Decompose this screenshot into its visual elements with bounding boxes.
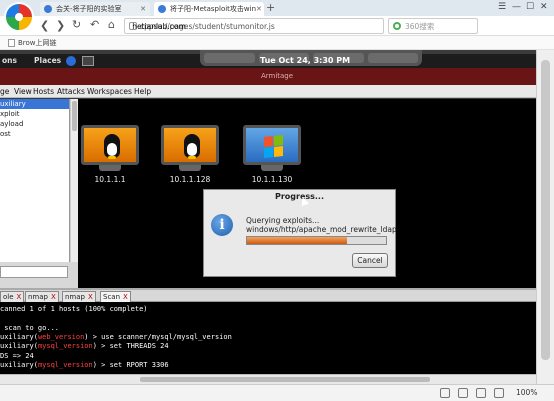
menu-icon[interactable]: ☰ bbox=[498, 2, 506, 12]
panel-menu-applications[interactable]: ons bbox=[2, 56, 17, 65]
search-input[interactable]: 360搜索 bbox=[388, 18, 478, 34]
search-engine-icon bbox=[393, 22, 401, 30]
console-line: DS => 24 bbox=[0, 352, 34, 360]
close-window-button[interactable]: ✕ bbox=[540, 2, 548, 12]
address-bar[interactable]: cppsu. hetianlab.com //pages/student/stu… bbox=[124, 18, 384, 34]
console-output[interactable]: canned 1 of 1 hosts (100% complete) scan… bbox=[0, 302, 554, 374]
reload-button[interactable]: ↻ bbox=[72, 18, 81, 31]
progress-bar bbox=[246, 236, 387, 245]
console-tabbar: ole X nmap X nmap X Scan X bbox=[0, 290, 554, 302]
console-line: uxiliary(mysql_version) > set RPORT 3306 bbox=[0, 361, 169, 369]
tab-label: Scan bbox=[103, 293, 121, 301]
url-host: hetianlab.com bbox=[132, 21, 186, 31]
host-item[interactable]: 10.1.1.1 bbox=[80, 125, 140, 184]
info-icon: i bbox=[211, 214, 233, 236]
search-placeholder: 360搜索 bbox=[405, 21, 435, 31]
tab-label: ole bbox=[3, 293, 14, 301]
tab-label: nmap bbox=[28, 293, 48, 301]
console-line: canned 1 of 1 hosts (100% complete) bbox=[0, 305, 148, 313]
vertical-scrollbar[interactable] bbox=[536, 50, 554, 384]
linux-host-icon bbox=[161, 125, 219, 165]
tree-item-post[interactable]: ost bbox=[0, 129, 69, 139]
undo-button[interactable]: ↶ bbox=[90, 18, 99, 31]
tree-scrollbar[interactable] bbox=[70, 99, 78, 262]
windows-logo-icon bbox=[264, 135, 284, 159]
menu-workspaces[interactable]: Workspaces bbox=[87, 87, 132, 96]
tux-icon bbox=[184, 134, 200, 159]
minimize-button[interactable]: — bbox=[512, 2, 521, 12]
close-icon[interactable]: X bbox=[123, 293, 128, 301]
sound-icon[interactable] bbox=[476, 388, 486, 398]
tux-icon bbox=[104, 134, 120, 159]
bookmarks-bar: Brow上网链 bbox=[0, 36, 554, 50]
screenshot-icon[interactable] bbox=[458, 388, 468, 398]
module-tree: uxiliary xploit ayload ost bbox=[0, 99, 70, 262]
menu-attacks[interactable]: Attacks bbox=[57, 87, 85, 96]
tab-console[interactable]: ole X bbox=[0, 291, 25, 302]
browser-icon[interactable] bbox=[66, 56, 76, 66]
monitor-stand bbox=[261, 165, 283, 171]
console-line: uxiliary(web_version) > use scanner/mysq… bbox=[0, 333, 232, 341]
linux-host-icon bbox=[81, 125, 139, 165]
console-line: uxiliary(mysql_version) > set THREADS 24 bbox=[0, 342, 169, 350]
app-menubar: ge View Hosts Attacks Workspaces Help bbox=[0, 85, 554, 98]
panel-menu-places[interactable]: Places bbox=[34, 56, 61, 65]
browser-statusbar: 100% bbox=[0, 384, 554, 401]
zoom-icon[interactable] bbox=[494, 388, 504, 398]
close-icon[interactable]: X bbox=[88, 293, 93, 301]
panel-clock[interactable]: Tue Oct 24, 3:30 PM bbox=[260, 56, 350, 65]
monitor-stand bbox=[179, 165, 201, 171]
bookmark-item[interactable]: Brow上网链 bbox=[18, 38, 57, 48]
tab-scan[interactable]: Scan X bbox=[100, 291, 131, 302]
dialog-module-name: windows/http/apache_mod_rewrite_ldap bbox=[246, 225, 397, 234]
home-button[interactable]: ⌂ bbox=[108, 18, 115, 31]
close-icon[interactable]: ✕ bbox=[256, 5, 262, 13]
cancel-button[interactable]: Cancel bbox=[352, 253, 388, 268]
module-search-input[interactable] bbox=[0, 266, 68, 278]
tab-label: 将子阳-Metasploit攻击win bbox=[170, 5, 257, 13]
tree-item-exploit[interactable]: xploit bbox=[0, 109, 69, 119]
progress-fill bbox=[247, 237, 348, 244]
browser-tab-metasploit[interactable]: 将子阳-Metasploit攻击win ✕ bbox=[154, 2, 264, 16]
tab-label: 会关-将子阳的实验室 bbox=[56, 5, 122, 13]
host-item[interactable]: 10.1.1.130 bbox=[242, 125, 302, 184]
shield-icon bbox=[44, 5, 52, 13]
download-icon[interactable] bbox=[440, 388, 450, 398]
toolbar-button[interactable] bbox=[367, 53, 418, 63]
host-ip-label: 10.1.1.128 bbox=[169, 175, 211, 184]
monitor-stand bbox=[99, 165, 121, 171]
tree-item-auxiliary[interactable]: uxiliary bbox=[0, 99, 69, 109]
tab-label: nmap bbox=[65, 293, 85, 301]
console-line: scan to go... bbox=[0, 324, 60, 332]
zoom-level[interactable]: 100% bbox=[516, 388, 537, 397]
browser-tab-lab[interactable]: 会关-将子阳的实验室 ✕ bbox=[40, 2, 150, 16]
browser-window: 会关-将子阳的实验室 ✕ 将子阳-Metasploit攻击win ✕ + ☰ —… bbox=[0, 0, 554, 401]
host-ip-label: 10.1.1.130 bbox=[251, 175, 293, 184]
close-icon[interactable]: X bbox=[51, 293, 56, 301]
new-tab-button[interactable]: + bbox=[266, 1, 275, 14]
close-icon[interactable]: ✕ bbox=[140, 5, 146, 13]
back-button[interactable]: ❮ bbox=[40, 19, 49, 32]
windows-host-icon bbox=[243, 125, 301, 165]
page-icon bbox=[8, 38, 15, 47]
dialog-message: Querying exploits... bbox=[246, 216, 320, 225]
close-icon[interactable]: X bbox=[17, 293, 22, 301]
maximize-button[interactable]: ☐ bbox=[526, 2, 534, 12]
toolbar-button[interactable] bbox=[204, 53, 255, 63]
menu-view[interactable]: View bbox=[14, 87, 32, 96]
tab-nmap[interactable]: nmap X bbox=[25, 291, 59, 302]
shield-icon bbox=[158, 5, 166, 13]
terminal-icon[interactable] bbox=[82, 56, 94, 66]
tree-item-payload[interactable]: ayload bbox=[0, 119, 69, 129]
host-ip-label: 10.1.1.1 bbox=[94, 175, 126, 184]
forward-button[interactable]: ❯ bbox=[56, 19, 65, 32]
browser-logo-icon[interactable] bbox=[4, 2, 34, 32]
menu-help[interactable]: Help bbox=[134, 87, 151, 96]
menu-hosts[interactable]: Hosts bbox=[33, 87, 54, 96]
tab-nmap[interactable]: nmap X bbox=[62, 291, 96, 302]
horizontal-scrollbar[interactable] bbox=[0, 374, 554, 384]
host-item[interactable]: 10.1.1.128 bbox=[160, 125, 220, 184]
menu-armitage[interactable]: ge bbox=[0, 87, 9, 96]
window-title: Armitage bbox=[0, 68, 554, 85]
